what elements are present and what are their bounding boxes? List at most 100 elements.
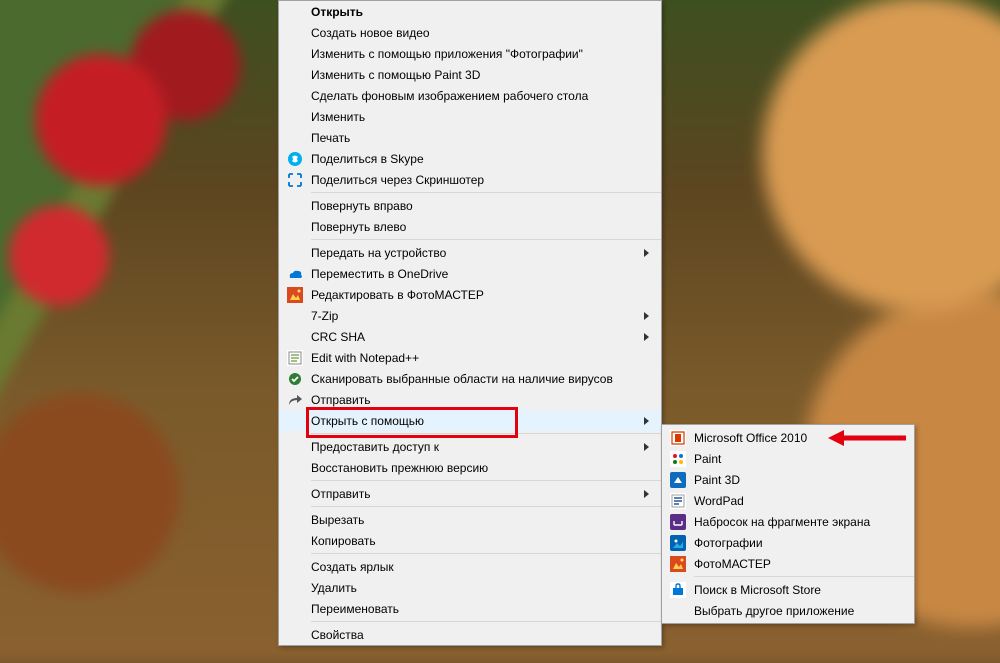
submenu-item[interactable]: WordPad [662,490,914,511]
menu-item-label: Переименовать [311,602,399,616]
context-menu-item[interactable]: Изменить с помощью приложения "Фотографи… [279,43,661,64]
submenu-arrow-icon [643,248,651,258]
menu-item-label: 7-Zip [311,309,338,323]
menu-item-label: Создать новое видео [311,26,430,40]
context-menu-item[interactable]: Свойства [279,624,661,645]
photos-icon [670,535,686,551]
context-menu-item[interactable]: Переименовать [279,598,661,619]
submenu-item[interactable]: Paint 3D [662,469,914,490]
context-menu-item[interactable]: Передать на устройство [279,242,661,263]
context-menu-item[interactable]: Открыть с помощью [279,410,661,431]
context-menu-item[interactable]: Копировать [279,530,661,551]
menu-item-label: Сделать фоновым изображением рабочего ст… [311,89,588,103]
context-menu-item[interactable]: Сканировать выбранные области на наличие… [279,368,661,389]
menu-item-label: Изменить с помощью приложения "Фотографи… [311,47,583,61]
onedrive-icon [287,266,303,282]
context-menu-item[interactable]: Печать [279,127,661,148]
context-menu-item[interactable]: Поделиться через Скриншотер [279,169,661,190]
menu-item-label: Свойства [311,628,364,642]
menu-item-label: Edit with Notepad++ [311,351,419,365]
menu-item-label: Предоставить доступ к [311,440,439,454]
context-menu-item[interactable]: Отправить [279,389,661,410]
menu-item-label: Поделиться через Скриншотер [311,173,484,187]
menu-item-label: Отправить [311,393,371,407]
context-menu-item[interactable]: Создать ярлык [279,556,661,577]
paint3d-icon [670,472,686,488]
menu-item-label: WordPad [694,494,744,508]
snip-icon [670,514,686,530]
screenshot-icon [287,172,303,188]
menu-item-label: Выбрать другое приложение [694,604,854,618]
menu-item-label: Открыть с помощью [311,414,424,428]
menu-item-label: Удалить [311,581,357,595]
submenu-item[interactable]: Paint [662,448,914,469]
context-menu-item[interactable]: Изменить с помощью Paint 3D [279,64,661,85]
context-menu-item[interactable]: Поделиться в Skype [279,148,661,169]
menu-item-label: Создать ярлык [311,560,394,574]
wordpad-icon [670,493,686,509]
menu-item-label: ФотоМАСТЕР [694,557,771,571]
menu-item-label: Восстановить прежнюю версию [311,461,488,475]
menu-item-label: Paint [694,452,721,466]
menu-item-label: Изменить с помощью Paint 3D [311,68,480,82]
paint-icon [670,451,686,467]
submenu-item[interactable]: ФотоМАСТЕР [662,553,914,574]
menu-separator [311,192,661,193]
context-menu-item[interactable]: Вырезать [279,509,661,530]
menu-item-label: Paint 3D [694,473,740,487]
submenu-item[interactable]: Microsoft Office 2010 [662,427,914,448]
menu-item-label: Повернуть влево [311,220,406,234]
notepad-icon [287,350,303,366]
context-menu-item[interactable]: Отправить [279,483,661,504]
menu-separator [311,480,661,481]
context-menu-item[interactable]: Восстановить прежнюю версию [279,457,661,478]
menu-item-label: Печать [311,131,350,145]
menu-item-label: Поиск в Microsoft Store [694,583,821,597]
menu-item-label: Фотографии [694,536,763,550]
context-menu-item[interactable]: Сделать фоновым изображением рабочего ст… [279,85,661,106]
submenu-arrow-icon [643,311,651,321]
skype-icon [287,151,303,167]
submenu-arrow-icon [643,332,651,342]
menu-item-label: Переместить в OneDrive [311,267,448,281]
fotomaster-icon [670,556,686,572]
submenu-arrow-icon [643,416,651,426]
context-menu-item[interactable]: 7-Zip [279,305,661,326]
menu-item-label: Изменить [311,110,365,124]
context-menu-item[interactable]: Повернуть вправо [279,195,661,216]
fotomaster-icon [287,287,303,303]
share-icon [287,392,303,408]
menu-item-label: Повернуть вправо [311,199,413,213]
context-menu-item[interactable]: Создать новое видео [279,22,661,43]
menu-item-label: Копировать [311,534,376,548]
context-menu-item[interactable]: Повернуть влево [279,216,661,237]
context-menu-item[interactable]: Редактировать в ФотоМАСТЕР [279,284,661,305]
open-with-submenu: Microsoft Office 2010 Paint Paint 3D WordPa… [661,424,915,624]
menu-item-label: Сканировать выбранные области на наличие… [311,372,613,386]
context-menu-item[interactable]: Предоставить доступ к [279,436,661,457]
menu-item-label: Microsoft Office 2010 [694,431,807,445]
menu-item-label: CRC SHA [311,330,365,344]
context-menu-item[interactable]: Удалить [279,577,661,598]
msoffice-icon [670,430,686,446]
context-menu: Открыть Создать новое видео Изменить с пом… [278,0,662,646]
submenu-item[interactable]: Выбрать другое приложение [662,600,914,621]
menu-separator [311,433,661,434]
submenu-item[interactable]: Фотографии [662,532,914,553]
submenu-arrow-icon [643,489,651,499]
context-menu-item[interactable]: Edit with Notepad++ [279,347,661,368]
menu-separator [311,553,661,554]
menu-item-label: Поделиться в Skype [311,152,424,166]
menu-item-label: Открыть [311,5,363,19]
menu-item-label: Вырезать [311,513,364,527]
submenu-item[interactable]: Набросок на фрагменте экрана [662,511,914,532]
menu-separator [311,621,661,622]
context-menu-item[interactable]: CRC SHA [279,326,661,347]
menu-item-label: Редактировать в ФотоМАСТЕР [311,288,484,302]
context-menu-item[interactable]: Изменить [279,106,661,127]
context-menu-item[interactable]: Открыть [279,1,661,22]
context-menu-item[interactable]: Переместить в OneDrive [279,263,661,284]
menu-item-label: Набросок на фрагменте экрана [694,515,870,529]
submenu-item[interactable]: Поиск в Microsoft Store [662,579,914,600]
menu-item-label: Передать на устройство [311,246,446,260]
